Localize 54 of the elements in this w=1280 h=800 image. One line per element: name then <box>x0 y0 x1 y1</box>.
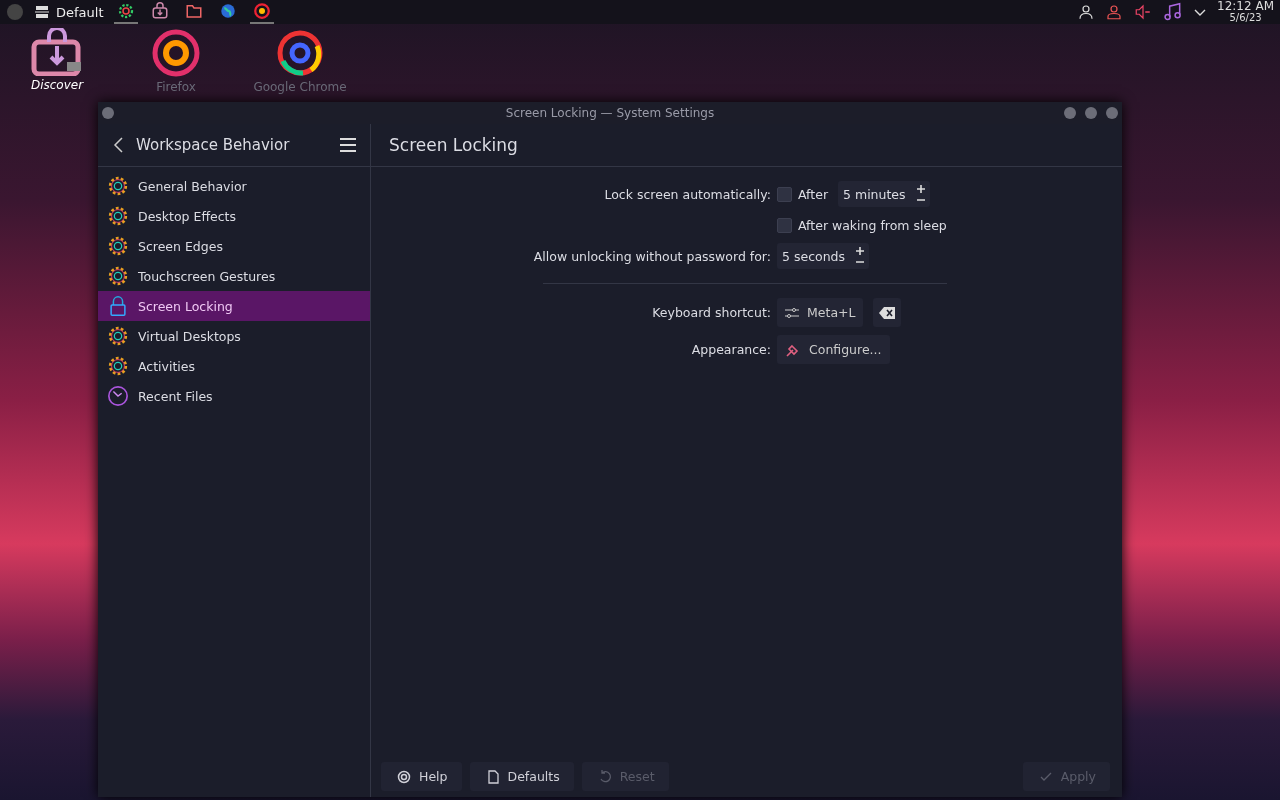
sidebar-title: Workspace Behavior <box>136 136 291 154</box>
lock-icon <box>107 295 129 317</box>
clear-button[interactable] <box>873 298 902 327</box>
music-note-icon[interactable] <box>1163 1 1184 23</box>
sidebar-item[interactable]: Screen Edges <box>98 231 370 261</box>
document-icon <box>485 769 500 784</box>
gear-icon <box>107 265 129 287</box>
menu-icon[interactable] <box>340 138 356 152</box>
window-title: Screen Locking — System Settings <box>505 106 715 120</box>
launcher-button[interactable]: Default <box>34 4 104 20</box>
gear-icon <box>107 355 129 377</box>
close-button[interactable] <box>1106 107 1118 119</box>
field-label: Appearance: <box>691 342 771 357</box>
user-icon[interactable] <box>1077 3 1096 21</box>
defaults-button[interactable]: Defaults <box>469 762 574 791</box>
sliders-icon <box>785 306 799 319</box>
gear-icon <box>107 175 129 197</box>
store-icon[interactable] <box>31 28 83 76</box>
globe-icon <box>218 2 237 20</box>
checkbox[interactable]: After waking from sleep <box>777 217 947 233</box>
folder-icon <box>184 2 203 20</box>
spin-box[interactable]: 5 minutes <box>838 181 930 207</box>
checkbox[interactable]: After <box>777 186 829 202</box>
minimize-button[interactable] <box>1064 107 1076 119</box>
desktop-icon-label[interactable]: Discover <box>30 78 84 92</box>
field-label: Lock screen automatically: <box>604 186 771 202</box>
clock[interactable]: 12:12 AM 5/6/23 <box>1217 1 1274 23</box>
spin-box[interactable]: 5 seconds <box>777 243 870 269</box>
maximize-button[interactable] <box>1085 107 1097 119</box>
field-label: Keyboard shortcut: <box>652 305 771 320</box>
lifebuoy-icon <box>397 769 411 784</box>
gear-icon <box>107 325 129 347</box>
sidebar-item[interactable]: Touchscreen Gestures <box>98 261 370 291</box>
gear-icon <box>116 2 135 20</box>
sidebar-item[interactable]: General Behavior <box>98 171 370 201</box>
ring-icon[interactable] <box>275 28 325 78</box>
gear-icon <box>107 205 129 227</box>
backspace-icon <box>879 306 896 319</box>
sidebar-item[interactable]: Virtual Desktops <box>98 321 370 351</box>
store-icon <box>150 2 169 20</box>
page-title: Screen Locking <box>389 135 518 155</box>
sidebar-item[interactable]: Recent Files <box>98 381 370 411</box>
configure-button[interactable]: Configure... <box>777 335 890 364</box>
sidebar-item[interactable]: Activities <box>98 351 370 381</box>
field-label: Allow unlocking without password for: <box>533 248 771 264</box>
window-pin-button[interactable] <box>102 107 114 119</box>
shortcut-button[interactable]: Meta+L <box>777 298 864 327</box>
gear-icon <box>107 235 129 257</box>
sidebar-item[interactable]: Screen Locking <box>98 291 370 321</box>
clock-icon <box>107 385 129 407</box>
launcher-icon <box>34 4 50 20</box>
sidebar-item[interactable]: Desktop Effects <box>98 201 370 231</box>
help-button[interactable]: Help <box>381 762 462 791</box>
swirl-task[interactable] <box>249 0 274 24</box>
